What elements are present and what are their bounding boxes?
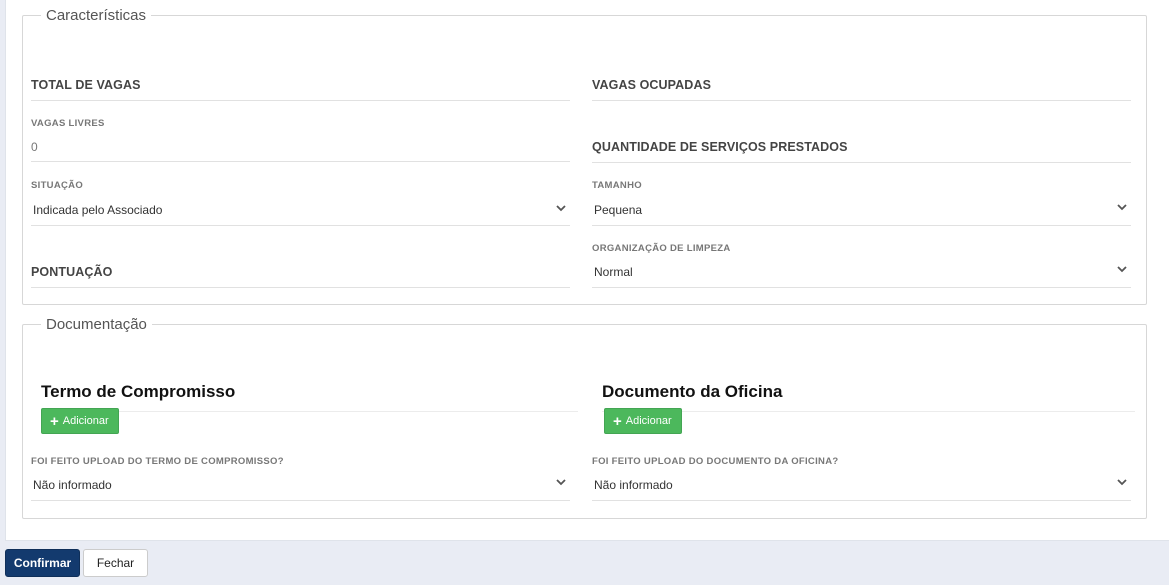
- tamanho-label: TAMANHO: [592, 180, 642, 191]
- chevron-down-icon: [1117, 204, 1127, 211]
- pontuacao-label: PONTUAÇÃO: [31, 265, 113, 279]
- documento-upload-value: Não informado: [594, 478, 673, 492]
- documentacao-section: Documentação Termo de Compromisso + Adic…: [22, 316, 1147, 519]
- caracteristicas-section: Características TOTAL DE VAGAS VAGAS LIV…: [22, 7, 1147, 305]
- tamanho-value: Pequena: [594, 203, 643, 217]
- termo-add-button[interactable]: + Adicionar: [41, 408, 119, 434]
- close-button[interactable]: Fechar: [83, 549, 148, 577]
- chevron-down-icon: [1117, 266, 1127, 273]
- total-vagas-label: TOTAL DE VAGAS: [31, 78, 141, 92]
- termo-add-label: Adicionar: [62, 415, 109, 427]
- documento-add-button[interactable]: + Adicionar: [604, 408, 682, 434]
- documentacao-legend: Documentação: [41, 316, 152, 334]
- organizacao-limpeza-select[interactable]: ORGANIZAÇÃO DE LIMPEZA Normal: [592, 238, 1131, 290]
- documento-upload-label: FOI FEITO UPLOAD DO DOCUMENTO DA OFICINA…: [592, 456, 839, 467]
- vagas-ocupadas-field: VAGAS OCUPADAS: [592, 76, 1131, 102]
- documento-title: Documento da Oficina: [602, 382, 783, 401]
- vagas-ocupadas-label: VAGAS OCUPADAS: [592, 78, 712, 92]
- situacao-value: Indicada pelo Associado: [33, 203, 163, 217]
- form-panel: Características TOTAL DE VAGAS VAGAS LIV…: [5, 0, 1169, 541]
- situacao-label: SITUAÇÃO: [31, 180, 84, 191]
- total-vagas-field: TOTAL DE VAGAS: [31, 76, 570, 102]
- documento-header: Documento da Oficina: [602, 382, 1135, 412]
- termo-title: Termo de Compromisso: [41, 382, 236, 401]
- caracteristicas-legend: Características: [41, 7, 152, 25]
- termo-upload-select[interactable]: FOI FEITO UPLOAD DO TERMO DE COMPROMISSO…: [31, 451, 570, 501]
- documento-add-label: Adicionar: [625, 415, 672, 427]
- termo-upload-value: Não informado: [33, 478, 112, 492]
- pontuacao-field: PONTUAÇÃO: [31, 263, 570, 289]
- organizacao-limpeza-label: ORGANIZAÇÃO DE LIMPEZA: [592, 243, 731, 254]
- servicos-prestados-field: QUANTIDADE DE SERVIÇOS PRESTADOS: [592, 138, 1131, 164]
- servicos-prestados-label: QUANTIDADE DE SERVIÇOS PRESTADOS: [592, 140, 848, 154]
- chevron-down-icon: [1117, 479, 1127, 486]
- organizacao-limpeza-value: Normal: [594, 265, 633, 279]
- termo-upload-label: FOI FEITO UPLOAD DO TERMO DE COMPROMISSO…: [31, 456, 284, 467]
- plus-icon: +: [50, 412, 59, 430]
- tamanho-select[interactable]: TAMANHO Pequena: [592, 175, 1131, 227]
- documento-upload-select[interactable]: FOI FEITO UPLOAD DO DOCUMENTO DA OFICINA…: [592, 451, 1131, 501]
- vagas-livres-field: VAGAS LIVRES 0: [31, 113, 570, 163]
- vagas-livres-value: 0: [31, 140, 38, 154]
- plus-icon: +: [613, 412, 622, 430]
- confirm-button[interactable]: Confirmar: [5, 549, 80, 577]
- termo-header: Termo de Compromisso: [41, 382, 578, 412]
- vagas-livres-label: VAGAS LIVRES: [31, 118, 105, 129]
- chevron-down-icon: [556, 479, 566, 486]
- situacao-select[interactable]: SITUAÇÃO Indicada pelo Associado: [31, 175, 570, 227]
- chevron-down-icon: [556, 205, 566, 212]
